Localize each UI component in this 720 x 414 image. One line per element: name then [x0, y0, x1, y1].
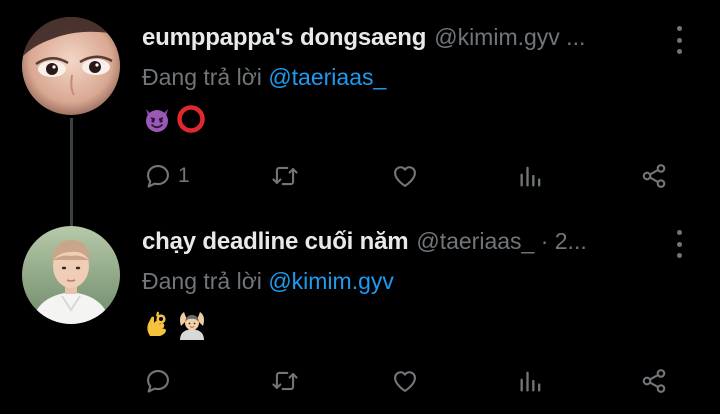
tweet-header: chạy deadline cuối năm @taeriaas_ · 2...	[142, 228, 650, 262]
avatar[interactable]	[22, 226, 120, 324]
display-name[interactable]: chạy deadline cuối năm	[142, 228, 409, 256]
retweet-button[interactable]	[270, 366, 300, 396]
retweet-icon	[272, 371, 298, 391]
share-icon	[642, 369, 666, 393]
tweet-actions	[0, 366, 720, 396]
person-gesturing-ok-emoji	[180, 312, 204, 340]
like-icon	[394, 371, 416, 392]
views-button[interactable]	[517, 366, 545, 396]
share-button[interactable]	[640, 366, 668, 396]
user-handle[interactable]: @taeriaas_ · 2...	[416, 228, 586, 255]
tweet-2[interactable]: chạy deadline cuối năm @taeriaas_ · 2...…	[0, 0, 720, 414]
reply-mention-link[interactable]: @kimim.gyv	[268, 268, 394, 294]
reply-icon	[147, 370, 169, 393]
reply-button[interactable]	[144, 366, 178, 396]
replying-to: Đang trả lời @kimim.gyv	[142, 268, 394, 295]
more-icon[interactable]	[674, 230, 684, 258]
like-button[interactable]	[391, 366, 419, 396]
views-icon	[520, 371, 541, 392]
ok-hand-emoji	[147, 311, 166, 336]
tweet-content	[142, 310, 208, 340]
replying-to-label: Đang trả lời	[142, 268, 262, 294]
